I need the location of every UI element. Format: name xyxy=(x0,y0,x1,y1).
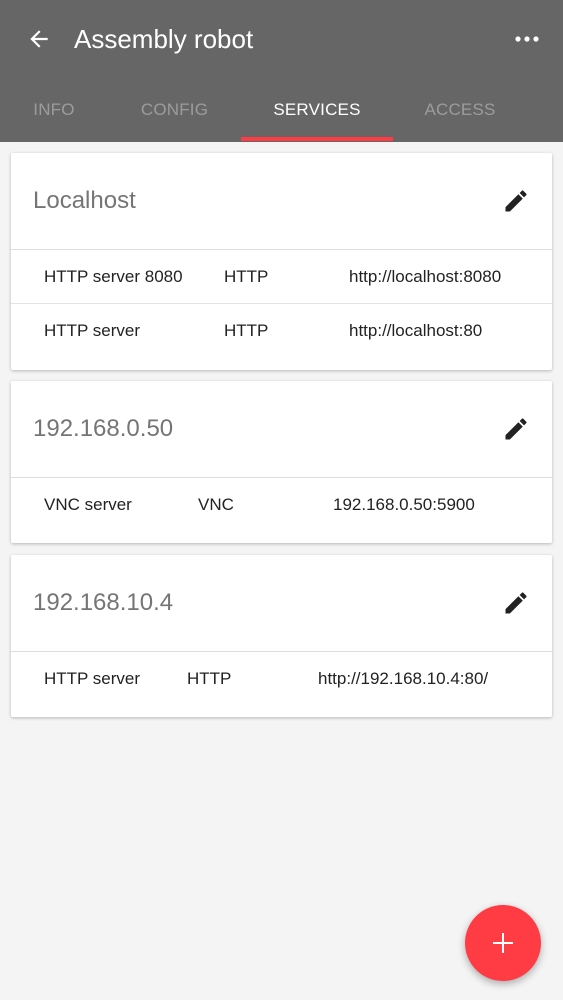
service-row[interactable]: HTTP server HTTP http://localhost:80 xyxy=(11,304,552,358)
edit-pencil-icon xyxy=(505,592,527,614)
edit-pencil-icon xyxy=(505,190,527,212)
service-protocol: HTTP xyxy=(224,321,269,340)
active-tab-indicator xyxy=(241,137,393,141)
more-options-button[interactable] xyxy=(505,20,549,58)
edit-pencil-icon xyxy=(505,418,527,440)
service-row[interactable]: HTTP server HTTP http://192.168.10.4:80/ xyxy=(11,652,552,706)
edit-host-button[interactable] xyxy=(500,587,532,619)
host-card-192-168-10-4: 192.168.10.4 HTTP server HTTP http://192… xyxy=(11,555,552,717)
tab-info[interactable]: INFO xyxy=(0,78,108,142)
plus-icon xyxy=(493,933,513,953)
tab-bar: INFO CONFIG SERVICES ACCESS xyxy=(0,78,563,142)
more-horiz-icon xyxy=(515,36,539,42)
card-header: Localhost xyxy=(11,153,552,250)
service-name: HTTP server 8080 xyxy=(44,267,183,286)
add-service-button[interactable] xyxy=(465,905,541,981)
service-row[interactable]: HTTP server 8080 HTTP http://localhost:8… xyxy=(11,250,552,304)
host-card-192-168-0-50: 192.168.0.50 VNC server VNC 192.168.0.50… xyxy=(11,381,552,543)
host-card-localhost: Localhost HTTP server 8080 HTTP http://l… xyxy=(11,153,552,370)
service-protocol: HTTP xyxy=(187,669,232,688)
page-title: Assembly robot xyxy=(74,24,254,54)
service-address: http://localhost:8080 xyxy=(349,267,502,286)
service-address: http://192.168.10.4:80/ xyxy=(318,669,489,688)
tab-config[interactable]: CONFIG xyxy=(108,78,241,142)
tab-access[interactable]: ACCESS xyxy=(393,78,527,142)
host-name: Localhost xyxy=(33,187,136,214)
card-header: 192.168.0.50 xyxy=(11,381,552,478)
card-header: 192.168.10.4 xyxy=(11,555,552,652)
service-name: HTTP server xyxy=(44,669,141,688)
service-name: HTTP server xyxy=(44,321,141,340)
tab-services[interactable]: SERVICES xyxy=(241,78,393,142)
edit-host-button[interactable] xyxy=(500,413,532,445)
service-name: VNC server xyxy=(44,495,132,514)
service-address: http://localhost:80 xyxy=(349,321,483,340)
service-address: 192.168.0.50:5900 xyxy=(333,495,475,514)
service-protocol: VNC xyxy=(198,495,234,514)
host-name: 192.168.0.50 xyxy=(33,415,174,442)
service-protocol: HTTP xyxy=(224,267,269,286)
toolbar: Assembly robot xyxy=(0,0,563,78)
app-bar: Assembly robot INFO CONFIG SERVICES ACCE… xyxy=(0,0,563,142)
host-name: 192.168.10.4 xyxy=(33,589,174,616)
edit-host-button[interactable] xyxy=(500,185,532,217)
arrow-back-icon xyxy=(30,30,48,48)
service-row[interactable]: VNC server VNC 192.168.0.50:5900 xyxy=(11,478,552,532)
back-button[interactable] xyxy=(20,20,58,58)
